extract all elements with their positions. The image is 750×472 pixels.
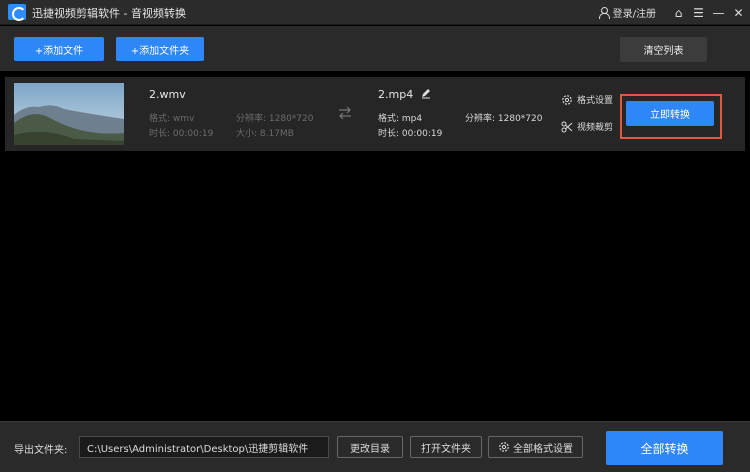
footer-bar: 导出文件夹: C:\Users\Administrator\Desktop\迅捷…: [0, 421, 750, 472]
home-icon[interactable]: ⌂: [670, 0, 687, 25]
video-trim-label: 视频裁剪: [577, 123, 614, 133]
video-trim-button[interactable]: 视频裁剪: [561, 120, 613, 133]
app-name: 迅捷视频剪辑软件: [32, 7, 120, 20]
source-duration: 时长: 00:00:19: [149, 129, 214, 139]
login-button[interactable]: 登录/注册: [598, 5, 656, 20]
menu-icon[interactable]: ☰: [690, 0, 707, 25]
gear-icon: [562, 94, 572, 105]
format-settings-label: 格式设置: [577, 96, 614, 106]
add-folder-button[interactable]: +添加文件夹: [116, 37, 204, 61]
close-icon[interactable]: ✕: [730, 0, 747, 25]
toolbar: +添加文件 +添加文件夹 清空列表: [0, 26, 750, 71]
scissors-icon: [561, 121, 573, 132]
source-file-name: 2.wmv: [149, 88, 186, 101]
title-separator: -: [120, 7, 131, 20]
all-format-settings-button[interactable]: 全部格式设置: [488, 436, 583, 458]
app-logo-icon: [8, 4, 26, 21]
file-row: 2.wmv 格式: wmv 分辨率: 1280*720 时长: 00:00:19…: [5, 77, 745, 151]
minimize-icon[interactable]: —: [710, 0, 727, 25]
video-thumbnail: [14, 83, 124, 145]
source-resolution: 分辨率: 1280*720: [236, 114, 314, 124]
open-folder-button[interactable]: 打开文件夹: [410, 436, 482, 458]
gear-icon: [499, 442, 509, 452]
clear-list-button[interactable]: 清空列表: [620, 37, 707, 62]
add-file-button[interactable]: +添加文件: [14, 37, 104, 61]
target-file-name: 2.mp4: [378, 88, 414, 101]
change-directory-button[interactable]: 更改目录: [337, 436, 403, 458]
convert-arrows-icon: [339, 106, 351, 120]
edit-name-icon[interactable]: [420, 87, 432, 99]
output-path-field[interactable]: C:\Users\Administrator\Desktop\迅捷剪辑软件: [79, 436, 329, 458]
format-settings-button[interactable]: 格式设置: [561, 93, 613, 106]
all-format-settings-label: 全部格式设置: [513, 443, 573, 455]
target-duration: 时长: 00:00:19: [378, 129, 443, 139]
source-size: 大小: 8.17MB: [236, 129, 294, 139]
convert-all-button[interactable]: 全部转换: [606, 431, 723, 465]
target-format: 格式: mp4: [378, 114, 423, 124]
source-format: 格式: wmv: [149, 114, 195, 124]
user-icon: [598, 7, 610, 19]
output-folder-label: 导出文件夹:: [14, 445, 68, 456]
window-title: 迅捷视频剪辑软件 - 音视频转换: [32, 5, 186, 21]
title-bar: 迅捷视频剪辑软件 - 音视频转换 登录/注册 ⌂ ☰ — ✕: [0, 0, 750, 25]
login-label: 登录/注册: [612, 9, 656, 20]
convert-now-button[interactable]: 立即转换: [626, 101, 714, 126]
target-resolution: 分辨率: 1280*720: [465, 114, 543, 124]
section-name: 音视频转换: [130, 7, 186, 20]
